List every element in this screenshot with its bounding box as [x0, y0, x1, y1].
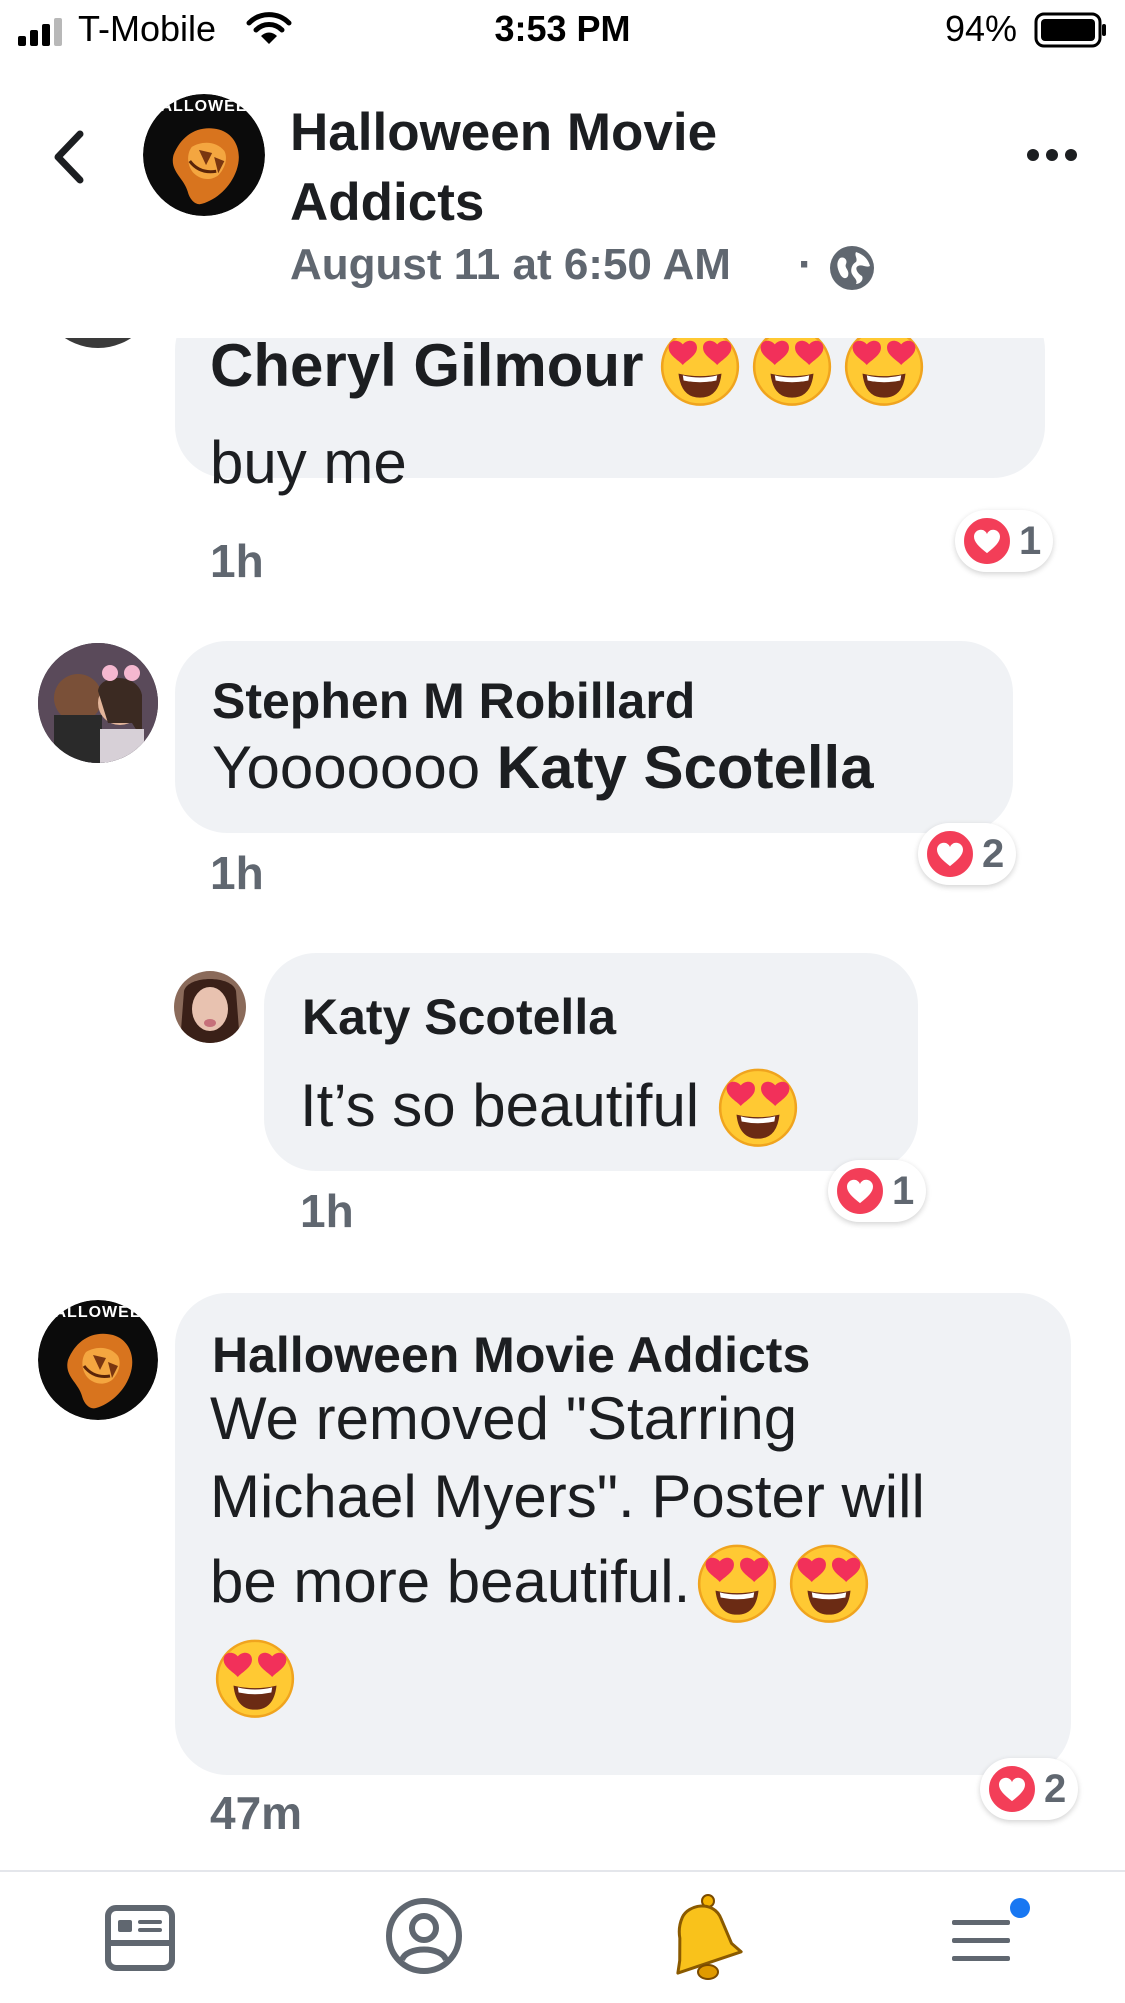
battery-percent: 94% [945, 8, 1018, 49]
avatar[interactable] [38, 643, 158, 763]
comment-time: 1h [210, 535, 264, 587]
reaction-badge[interactable]: 2 [980, 1758, 1079, 1820]
status-bar: T-Mobile 3:53 PM 94% [0, 0, 1125, 62]
avatar-text: HALLOWEEN [41, 1304, 155, 1321]
reaction-badge[interactable]: 1 [955, 510, 1054, 572]
reaction-count: 1 [892, 1168, 915, 1213]
reaction-count: 2 [1044, 1766, 1067, 1811]
comment-author[interactable]: Stephen M Robillard [212, 672, 695, 730]
heart-reaction-icon [986, 1763, 1038, 1815]
comment-list[interactable]: Cheryl Gilmour buy me 1h 1 Stephen M Rob… [0, 338, 1125, 1868]
comment-text: It’s so beautiful [300, 1072, 700, 1139]
reaction-count: 1 [1019, 518, 1042, 563]
comment-text: be more beautiful. [210, 1548, 691, 1615]
comment-text-prefix: Yooooooo [212, 734, 497, 801]
comment-time: 47m [210, 1787, 303, 1839]
avatar-text: HALLOWEEN [147, 98, 261, 115]
globe-icon [830, 246, 874, 290]
heart-eyes-emoji [749, 338, 835, 408]
separator-dot: · [798, 240, 813, 289]
heart-reaction-icon [924, 828, 976, 880]
comment-text: Yooooooo Katy Scotella [212, 728, 874, 808]
comment-text: buy me [210, 429, 407, 496]
post-timestamp: August 11 at 6:50 AM [290, 240, 731, 289]
profile-icon[interactable] [384, 1896, 464, 1976]
more-icon[interactable] [1026, 148, 1078, 162]
mention-katy-scotella[interactable]: Katy Scotella [497, 734, 874, 801]
comment-text-line: Michael Myers". Poster will [210, 1463, 925, 1530]
bell-icon[interactable] [664, 1892, 744, 1982]
news-feed-icon[interactable] [104, 1902, 176, 1974]
heart-reaction-icon [834, 1165, 886, 1217]
group-avatar[interactable]: HALLOWEEN [38, 1300, 158, 1420]
comment-text-line: We removed "Starring [210, 1385, 798, 1452]
heart-eyes-emoji [694, 1539, 780, 1625]
comment-mention-line: Cheryl Gilmour [210, 338, 927, 410]
comment-time: 1h [210, 847, 264, 899]
reaction-badge[interactable]: 1 [828, 1160, 927, 1222]
heart-eyes-emoji [212, 1634, 298, 1720]
heart-eyes-emoji [657, 338, 743, 408]
comment-text-line: be more beautiful. [210, 1536, 872, 1628]
back-icon[interactable] [50, 130, 90, 184]
avatar[interactable] [38, 338, 158, 348]
reaction-badge[interactable]: 2 [918, 823, 1017, 885]
comment-author[interactable]: Halloween Movie Addicts [212, 1326, 810, 1384]
comment-text-line: It’s so beautiful [300, 1060, 801, 1152]
mention-cheryl-gilmour[interactable]: Cheryl Gilmour [210, 338, 643, 400]
group-avatar[interactable]: HALLOWEEN [143, 94, 265, 216]
menu-icon[interactable] [950, 1906, 1020, 1970]
notification-badge-dot [1010, 1898, 1030, 1918]
avatar[interactable] [174, 971, 246, 1043]
comment-author[interactable]: Katy Scotella [302, 988, 616, 1046]
group-name[interactable]: Halloween Movie Addicts [290, 98, 850, 238]
bottom-tab-bar [0, 1870, 1125, 2003]
heart-eyes-emoji [715, 1063, 801, 1149]
reaction-count: 2 [982, 831, 1005, 876]
heart-eyes-emoji [786, 1539, 872, 1625]
comment-time: 1h [300, 1185, 354, 1237]
battery-icon [1034, 12, 1106, 48]
heart-reaction-icon [961, 515, 1013, 567]
heart-eyes-emoji [841, 338, 927, 408]
